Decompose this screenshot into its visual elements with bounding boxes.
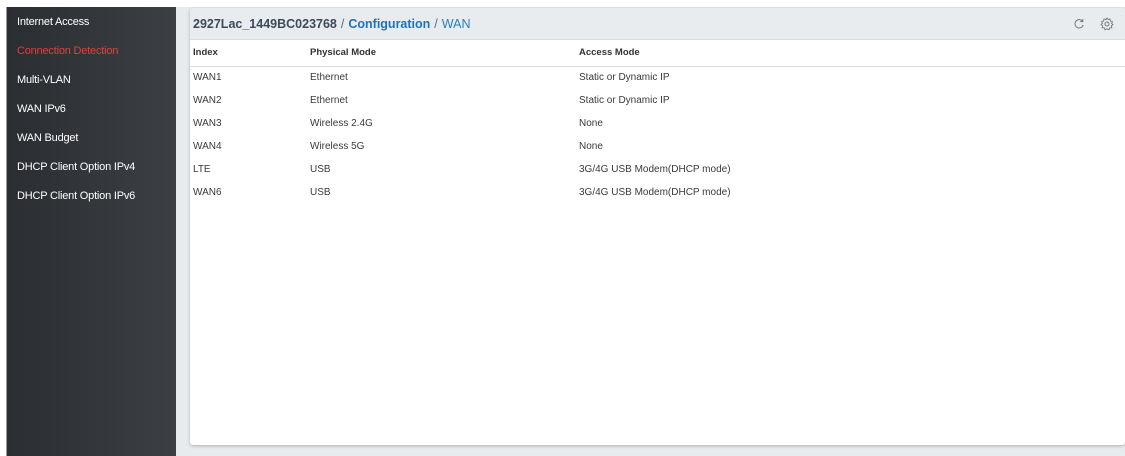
cell-physical-mode: Ethernet — [310, 72, 348, 84]
gear-icon[interactable] — [1097, 14, 1117, 34]
cell-index: WAN4 — [193, 141, 222, 152]
column-header-physical-mode: Physical Mode — [310, 47, 376, 59]
cell-access-mode: None — [579, 118, 603, 129]
sidebar-item-wan-ipv6[interactable]: WAN IPv6 — [7, 94, 176, 123]
cell-access-mode: 3G/4G USB Modem(DHCP mode) — [579, 187, 731, 198]
breadcrumb-wan: WAN — [441, 16, 471, 31]
cell-physical-mode: Wireless 2.4G — [310, 118, 373, 129]
table-row[interactable]: WAN3 Wireless 2.4G None — [190, 112, 1125, 135]
sidebar-item-dhcp-client-option-ipv4[interactable]: DHCP Client Option IPv4 — [7, 152, 176, 181]
breadcrumb-device: 2927Lac_1449BC023768 — [193, 16, 337, 31]
sidebar: Internet Access Connection Detection Mul… — [6, 7, 176, 456]
sidebar-item-internet-access[interactable]: Internet Access — [7, 7, 176, 36]
sidebar-item-wan-budget[interactable]: WAN Budget — [7, 123, 176, 152]
sidebar-item-label: Connection Detection — [17, 44, 119, 57]
cell-index: WAN2 — [193, 95, 222, 106]
table-row[interactable]: WAN6 USB 3G/4G USB Modem(DHCP mode) — [190, 181, 1125, 204]
sidebar-item-label: WAN Budget — [17, 131, 79, 144]
table-header-row: Index Physical Mode Access Mode — [190, 40, 1125, 66]
cell-access-mode: 3G/4G USB Modem(DHCP mode) — [579, 164, 731, 175]
sidebar-item-label: DHCP Client Option IPv4 — [17, 160, 136, 173]
table-row[interactable]: WAN2 Ethernet Static or Dynamic IP — [190, 89, 1125, 112]
refresh-icon[interactable] — [1069, 14, 1089, 34]
sidebar-item-label: WAN IPv6 — [17, 102, 66, 115]
sidebar-item-label: DHCP Client Option IPv6 — [17, 189, 136, 202]
breadcrumb: 2927Lac_1449BC023768 / Configuration / W… — [190, 8, 1125, 40]
wan-panel: 2927Lac_1449BC023768 / Configuration / W… — [190, 8, 1125, 445]
wan-table: Index Physical Mode Access Mode WAN1 Eth… — [190, 40, 1125, 204]
sidebar-item-dhcp-client-option-ipv6[interactable]: DHCP Client Option IPv6 — [7, 181, 176, 210]
cell-physical-mode: Ethernet — [310, 95, 348, 106]
cell-access-mode: Static or Dynamic IP — [579, 72, 670, 84]
breadcrumb-separator: / — [340, 16, 345, 31]
cell-physical-mode: USB — [310, 164, 331, 175]
breadcrumb-configuration[interactable]: Configuration — [348, 17, 430, 31]
breadcrumb-separator: / — [434, 16, 438, 31]
cell-physical-mode: Wireless 5G — [310, 141, 365, 152]
cell-physical-mode: USB — [310, 187, 331, 198]
sidebar-item-multi-vlan[interactable]: Multi-VLAN — [7, 65, 176, 94]
table-row[interactable]: WAN1 Ethernet Static or Dynamic IP — [190, 66, 1125, 89]
sidebar-item-connection-detection[interactable]: Connection Detection — [7, 36, 176, 65]
cell-index: WAN6 — [193, 187, 222, 198]
cell-access-mode: None — [579, 141, 603, 152]
cell-index: WAN1 — [193, 72, 222, 84]
sidebar-item-label: Multi-VLAN — [17, 73, 71, 86]
table-row[interactable]: LTE USB 3G/4G USB Modem(DHCP mode) — [190, 158, 1125, 181]
column-header-access-mode: Access Mode — [579, 47, 640, 59]
table-row[interactable]: WAN4 Wireless 5G None — [190, 135, 1125, 158]
cell-index: WAN3 — [193, 118, 222, 129]
sidebar-item-label: Internet Access — [17, 15, 90, 28]
header-actions — [1069, 8, 1125, 40]
column-header-index: Index — [193, 47, 218, 59]
cell-access-mode: Static or Dynamic IP — [579, 95, 670, 106]
cell-index: LTE — [193, 164, 211, 175]
